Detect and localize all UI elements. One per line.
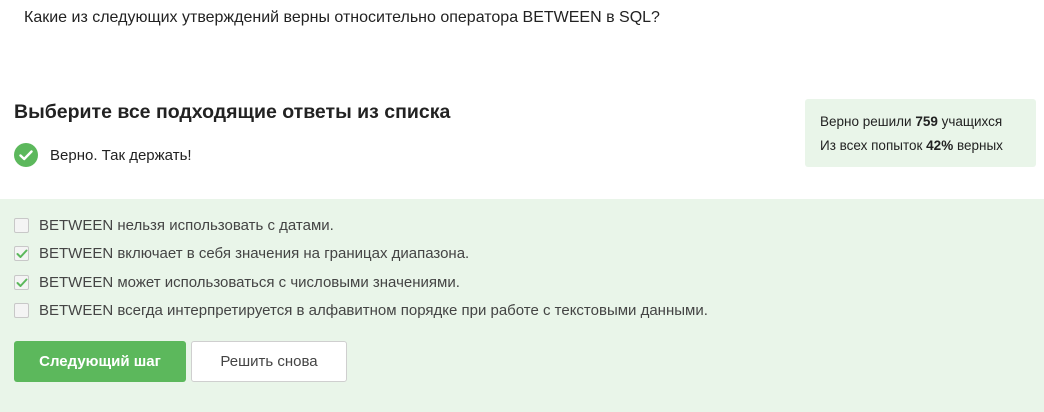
stats-percent-line: Из всех попыток 42% верных: [820, 134, 1036, 158]
answer-option[interactable]: BETWEEN нельзя использовать с датами.: [14, 217, 334, 234]
checkbox[interactable]: [14, 218, 29, 233]
verdict: Верно. Так держать!: [14, 143, 192, 167]
stats-panel: Верно решили 759 учащихся Из всех попыто…: [805, 99, 1036, 167]
checkbox[interactable]: [14, 303, 29, 318]
stats-solved-line: Верно решили 759 учащихся: [820, 110, 1036, 134]
verdict-text: Верно. Так держать!: [50, 146, 192, 164]
stats-percent: 42%: [926, 138, 954, 153]
question-text: Какие из следующих утверждений верны отн…: [24, 9, 660, 26]
checkmark-icon: [16, 249, 27, 258]
answer-label: BETWEEN включает в себя значения на гран…: [39, 245, 470, 262]
checkmark-icon: [16, 278, 27, 287]
answer-option[interactable]: BETWEEN всегда интерпретируется в алфави…: [14, 302, 708, 319]
next-step-button[interactable]: Следующий шаг: [14, 341, 186, 382]
answer-option[interactable]: BETWEEN может использоваться с числовыми…: [14, 274, 460, 291]
stats-percent-suffix: верных: [956, 138, 1003, 153]
answer-option[interactable]: BETWEEN включает в себя значения на гран…: [14, 245, 469, 262]
stats-solved-suffix: учащихся: [941, 114, 1003, 129]
checkbox[interactable]: [14, 275, 29, 290]
check-circle-icon: [14, 143, 38, 167]
retry-button[interactable]: Решить снова: [191, 341, 347, 382]
choose-title: Выберите все подходящие ответы из списка: [14, 101, 451, 123]
checkbox[interactable]: [14, 246, 29, 261]
answer-label: BETWEEN может использоваться с числовыми…: [39, 274, 460, 291]
stats-solved-prefix: Верно решили: [820, 114, 912, 129]
stats-percent-prefix: Из всех попыток: [820, 138, 923, 153]
answer-label: BETWEEN всегда интерпретируется в алфави…: [39, 302, 708, 319]
answer-label: BETWEEN нельзя использовать с датами.: [39, 217, 334, 234]
stats-solved-count: 759: [915, 114, 938, 129]
